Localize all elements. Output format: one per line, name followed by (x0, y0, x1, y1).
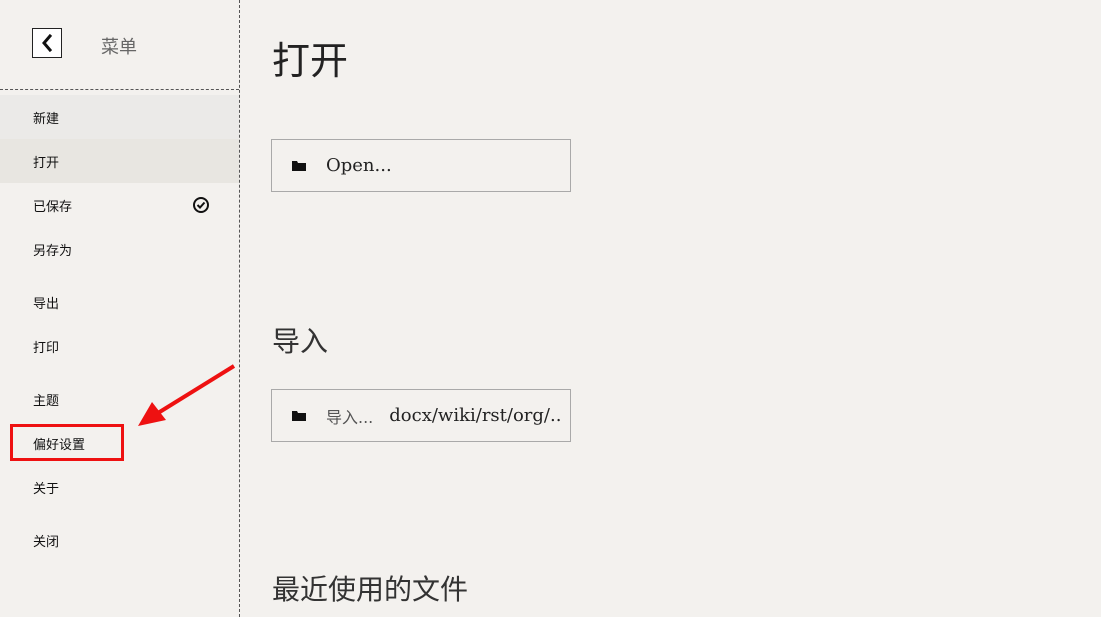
open-file-button[interactable]: Open... (271, 139, 571, 192)
recent-files-title: 最近使用的文件 (272, 573, 469, 606)
menu-item-label: 已保存 (33, 199, 73, 215)
sidebar-menu: 菜单 新建 打开 已保存 另存为 导出 打印 主题 偏好设置 关于 关闭 (0, 0, 240, 617)
menu-item-label: 另存为 (33, 243, 73, 259)
sidebar-title: 菜单 (101, 37, 137, 58)
menu-item-about[interactable]: 关于 (0, 465, 239, 509)
menu-item-label: 偏好设置 (33, 437, 86, 453)
menu-item-preferences[interactable]: 偏好设置 (0, 421, 239, 465)
menu-item-theme[interactable]: 主题 (0, 377, 239, 421)
page-title: 打开 (272, 39, 349, 83)
chevron-left-icon (42, 34, 53, 52)
folder-icon (292, 160, 306, 171)
import-section-title: 导入 (272, 325, 329, 358)
back-button[interactable] (32, 28, 62, 58)
import-file-button[interactable]: 导入... docx/wiki/rst/org/.. (271, 389, 571, 442)
menu-item-label: 打印 (33, 340, 60, 356)
import-button-prefix: 导入... (326, 407, 374, 427)
menu-item-print[interactable]: 打印 (0, 324, 239, 368)
menu-item-label: 导出 (33, 296, 60, 312)
menu-item-label: 新建 (33, 111, 60, 127)
menu-item-close[interactable]: 关闭 (0, 518, 239, 562)
main-panel: 打开 Open... 导入 导入... docx/wiki/rst/org/..… (240, 0, 1101, 617)
menu-item-label: 主题 (33, 393, 60, 409)
check-circle-icon (193, 197, 209, 213)
menu-item-save-as[interactable]: 另存为 (0, 227, 239, 271)
menu-item-label: 关闭 (33, 534, 60, 550)
open-button-label: Open... (326, 155, 392, 176)
menu-item-saved[interactable]: 已保存 (0, 183, 239, 227)
menu-item-open[interactable]: 打开 (0, 139, 239, 183)
menu-item-export[interactable]: 导出 (0, 280, 239, 324)
menu-item-label: 打开 (33, 155, 60, 171)
folder-icon (292, 410, 306, 421)
menu-item-new[interactable]: 新建 (0, 95, 239, 139)
import-button-formats: docx/wiki/rst/org/.. (389, 405, 562, 426)
sidebar-header: 菜单 (0, 0, 239, 90)
menu-item-label: 关于 (33, 481, 60, 497)
